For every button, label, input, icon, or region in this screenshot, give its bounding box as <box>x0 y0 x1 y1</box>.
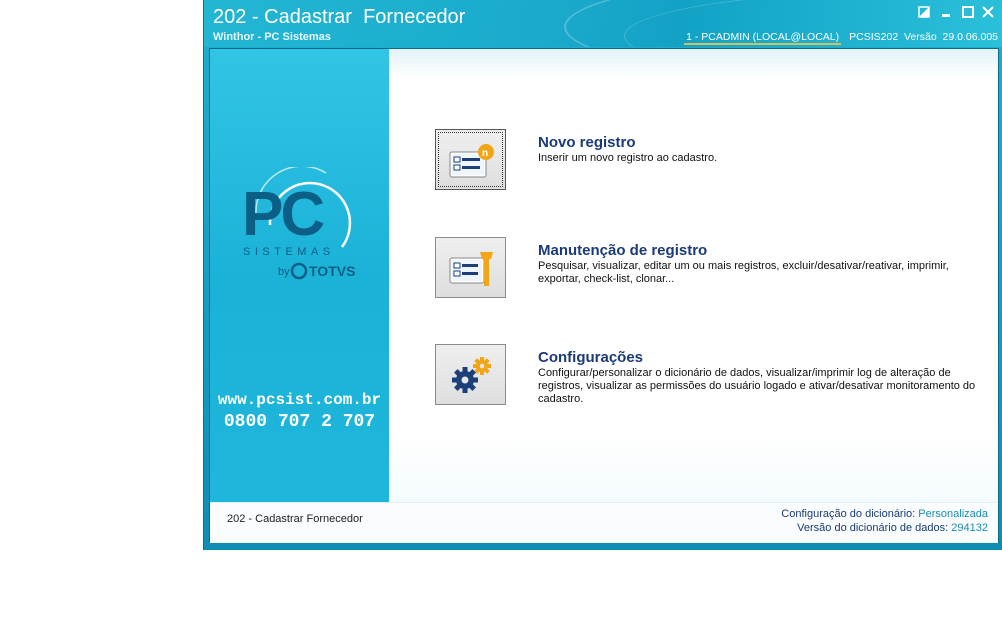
close-icon[interactable] <box>982 6 994 18</box>
pc-sistemas-logo: PC SISTEMAS by TOTVS <box>242 165 362 292</box>
brand-panel: PC SISTEMAS by TOTVS www.pcsist.com.br 0… <box>210 49 389 502</box>
window-title: 202 - Cadastrar Fornecedor <box>213 6 466 28</box>
session-info: 1 - PCADMIN (LOCAL@LOCAL) PCSIS202 Versão… <box>684 31 998 45</box>
settings-button[interactable] <box>435 344 506 405</box>
title-bar[interactable]: 202 - Cadastrar Fornecedor Winthor - PC … <box>204 0 1002 47</box>
logo-letters: PC <box>242 180 324 249</box>
logo-subtext: SISTEMAS <box>243 246 335 258</box>
svg-text:n: n <box>482 148 488 159</box>
settings-description: Configurar/personalizar o dicionário de … <box>538 367 976 405</box>
support-phone: 0800 707 2 707 <box>223 412 376 432</box>
current-user: 1 - PCADMIN (LOCAL@LOCAL) <box>684 31 842 45</box>
maintenance-title[interactable]: Manutenção de registro <box>538 242 707 259</box>
window-subtitle: Winthor - PC Sistemas <box>213 31 331 43</box>
status-bar: 202 - Cadastrar Fornecedor Configuração … <box>210 502 998 543</box>
application-window: 202 - Cadastrar Fornecedor Winthor - PC … <box>203 0 1002 550</box>
program-version: PCSIS202 Versão 29.0.06.005 <box>849 31 998 43</box>
totvs-icon <box>290 262 308 280</box>
maintenance-button[interactable] <box>435 237 506 298</box>
maintenance-icon <box>449 250 495 293</box>
content-area: PC SISTEMAS by TOTVS www.pcsist.com.br 0… <box>209 48 999 543</box>
dict-version-value: 294132 <box>951 522 988 534</box>
new-record-title[interactable]: Novo registro <box>538 134 636 151</box>
dict-version-label: Versão do dicionário de dados: <box>797 522 949 534</box>
minimize-icon[interactable] <box>940 6 952 18</box>
dict-config-label: Configuração do dicionário: <box>781 508 916 520</box>
by-text: by <box>278 266 290 278</box>
maximize-icon[interactable] <box>962 6 974 18</box>
website-url: www.pcsist.com.br <box>217 391 382 409</box>
new-record-button[interactable]: n <box>435 129 506 190</box>
partner-text: TOTVS <box>309 263 355 279</box>
status-program-name: 202 - Cadastrar Fornecedor <box>227 513 363 525</box>
restore-icon[interactable] <box>918 6 930 18</box>
new-record-description: Inserir um novo registro ao cadastro. <box>538 152 718 164</box>
dictionary-info: Configuração do dicionário: Personalizad… <box>781 507 988 535</box>
settings-title[interactable]: Configurações <box>538 349 643 366</box>
actions-panel: n Novo registro Inserir um novo registro… <box>389 49 998 502</box>
new-record-icon: n <box>449 142 495 185</box>
maintenance-description: Pesquisar, visualizar, editar um ou mais… <box>538 260 949 285</box>
settings-gears-icon <box>449 357 495 400</box>
dict-config-value: Personalizada <box>918 508 988 520</box>
